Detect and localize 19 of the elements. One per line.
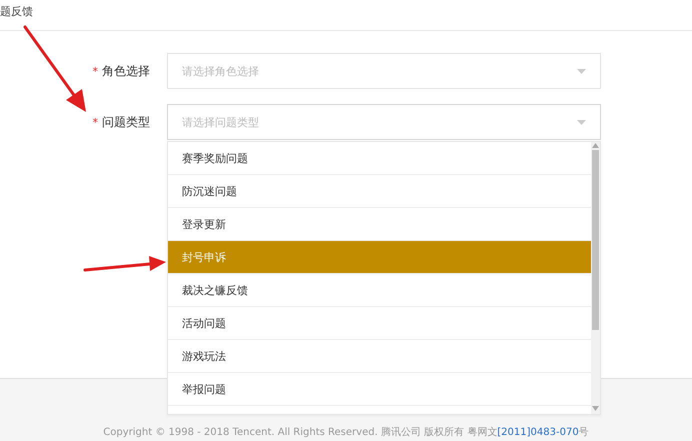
dropdown-option[interactable]: 裁决之镰反馈 xyxy=(168,274,591,307)
scroll-down-icon[interactable] xyxy=(592,406,599,412)
dropdown-option[interactable]: 活动问题 xyxy=(168,307,591,340)
scroll-up-icon[interactable] xyxy=(592,142,599,148)
dropdown-option[interactable]: 举报问题 xyxy=(168,373,591,406)
dropdown-option[interactable]: 赛季奖励问题 xyxy=(168,142,591,175)
field-label: 问题类型 xyxy=(102,114,150,130)
required-mark: * xyxy=(92,64,98,78)
page-title: 题反馈 xyxy=(0,4,33,19)
copyright-text: Copyright © 1998 - 2018 Tencent. All Rights Reserved. 腾讯公司 版权所有 粤网文[2011]0483-070号 xyxy=(103,426,589,439)
dropdown-option[interactable]: 防沉迷问题 xyxy=(168,175,591,208)
license-link[interactable]: [2011]0483-070 xyxy=(497,427,579,438)
caret-icon xyxy=(577,120,586,124)
dropdown-option[interactable]: 游戏玩法 xyxy=(168,340,591,373)
caret-icon xyxy=(577,68,586,74)
scrollbar-thumb[interactable] xyxy=(592,150,599,330)
field-label: 角色选择 xyxy=(102,62,150,80)
scrollbar[interactable] xyxy=(591,142,600,414)
required-mark: * xyxy=(92,116,98,128)
